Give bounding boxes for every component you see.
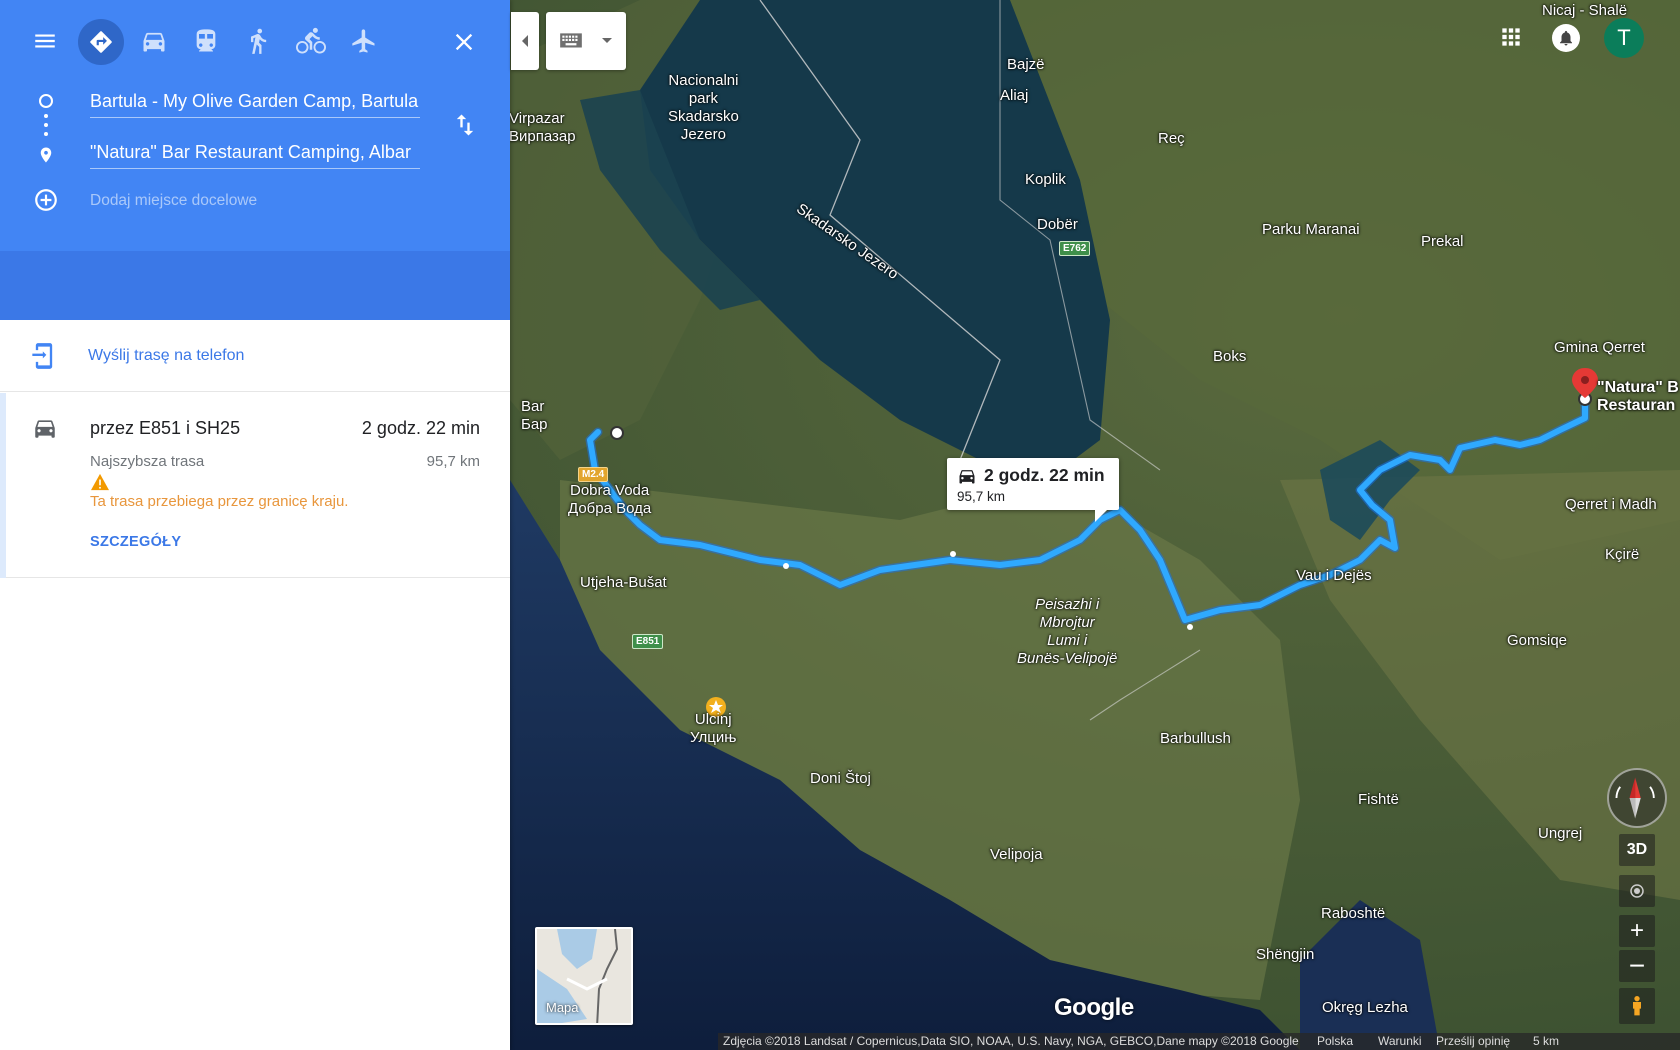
route-time-bubble[interactable]: 2 godz. 22 min 95,7 km [947,458,1119,522]
road-shield-e762: E762 [1059,241,1091,256]
car-icon [956,466,978,486]
map-label-okreg: Okręg Lezha [1322,999,1408,1016]
notifications-bell-icon[interactable] [1552,24,1580,52]
map-label-aliaj: Aliaj [1000,87,1029,104]
imagery-attribution: Zdjęcia ©2018 Landsat / Copernicus,Data … [723,1034,1299,1048]
origin-input[interactable]: Bartula - My Olive Garden Camp, Bartula [90,88,420,118]
route-distance: 95,7 km [426,453,480,470]
travel-mode-walk-icon[interactable] [240,22,276,60]
origin-circle-icon [39,94,53,108]
car-icon [32,415,58,441]
road-shield-m24: M2.4 [578,467,609,482]
map-label-peisazhi: Peisazhi i Mbrojtur Lumi i Bunës-Velipoj… [1017,596,1118,667]
map-label-natura: "Natura" B Restauran [1597,379,1679,414]
menu-icon[interactable] [28,26,62,56]
directions-header: Bartula - My Olive Garden Camp, Bartula … [0,0,510,251]
map-label-maranai: Parku Maranai [1262,221,1360,238]
route-duration: 2 godz. 22 min [361,418,480,438]
map-label-rec: Reç [1158,130,1185,147]
travel-mode-best-route-icon[interactable] [78,19,124,65]
compass-needle-icon [1615,777,1655,819]
departure-options-bar: Wyrusz teraz OPCJE [0,251,510,545]
app-root: Nicaj - Shalë Bajzë Aliaj Nacionalni par… [0,0,1680,1050]
add-destination-icon[interactable] [33,187,59,213]
zoom-out-button[interactable]: − [1619,950,1655,982]
selected-route-accent [0,393,6,578]
map-label-ulcinj: Ulcinj Улцињ [690,711,737,746]
pegman-icon [1633,996,1641,1016]
map-label-koplik: Koplik [1025,171,1066,188]
my-location-button[interactable] [1619,875,1655,907]
warning-icon [90,473,110,491]
close-directions-icon[interactable] [446,24,482,60]
map-label-gmina: Gmina Qerret [1554,339,1645,356]
map-label-nicaj: Nicaj - Shalë [1542,2,1628,19]
map-label-kcire: Kçirë [1605,546,1640,563]
directions-panel: Bartula - My Olive Garden Camp, Bartula … [0,0,510,1050]
street-view-pegman-button[interactable] [1619,988,1655,1024]
route-details-button[interactable]: SZCZEGÓŁY [90,534,181,550]
map-label-dober: Dobër [1037,216,1078,233]
location-target-icon [1630,884,1644,898]
destination-input[interactable]: "Natura" Bar Restaurant Camping, Albar [90,139,420,169]
map-label-park: Nacionalni park Skadarsko Jezero [668,72,739,143]
chevron-left-icon [522,35,528,47]
route-via-label: przez E851 i SH25 [90,418,241,438]
account-avatar[interactable]: T [1604,18,1644,58]
road-shield-e851: E851 [632,634,664,649]
route-description: Najszybsza trasa [90,453,205,470]
input-tools-button[interactable] [546,12,626,70]
bubble-duration: 2 godz. 22 min [984,465,1105,485]
send-to-phone-row[interactable]: Wyślij trasę na telefon [0,320,510,392]
add-destination-button[interactable]: Dodaj miejsce docelowe [90,192,257,210]
border-crossing-warning: Ta trasa przebiega przez granicę kraju. [90,493,349,510]
keyboard-icon [558,30,584,52]
swap-origin-destination-icon[interactable] [450,110,480,140]
map-label-fishte: Fishtë [1358,791,1399,808]
map-layer-label: Mapa [546,1000,579,1015]
map-label-vau-dejes: Vau i Dejës [1296,567,1372,584]
terms-link[interactable]: Warunki [1378,1033,1422,1050]
map-label-raboshte: Raboshtë [1321,905,1386,922]
zoom-in-button[interactable]: + [1619,915,1655,947]
map-label-gomsiqe: Gomsiqe [1507,632,1568,649]
send-feedback-link[interactable]: Prześlij opinię [1436,1033,1510,1050]
map-label-qerret-madh: Qerret i Madh [1565,496,1657,513]
travel-mode-bicycle-icon[interactable] [291,22,331,60]
google-logo: Google [1054,994,1134,1021]
dropdown-caret-icon[interactable] [602,38,612,43]
scale-label[interactable]: 5 km [1533,1033,1559,1050]
country-link[interactable]: Polska [1317,1033,1353,1050]
send-to-phone-icon [30,342,58,370]
map-label-barbullush: Barbullush [1160,730,1231,747]
apps-grid-icon[interactable] [1498,24,1524,50]
map-label-virpazar: Virpazar Вирпазар [509,110,576,145]
route-connector-dots [44,114,48,140]
travel-mode-car-icon[interactable] [136,22,172,60]
map-label-boks: Boks [1213,348,1247,365]
travel-mode-transit-icon[interactable] [188,22,224,60]
map-label-ungrej: Ungrej [1538,825,1583,842]
map-label-velipoja: Velipoja [990,846,1043,863]
map-label-bajze: Bajzë [1007,56,1045,73]
map-layer-thumbnail[interactable]: Mapa [535,927,633,1025]
map-label-dobra-voda: Dobra Voda Добра Вода [568,482,652,517]
map-label-prekal: Prekal [1421,233,1464,250]
map-label-utjeha: Utjeha-Bušat [580,574,667,591]
compass-control[interactable] [1607,768,1667,828]
map-label-bar: Bar Бар [521,398,548,433]
travel-mode-flight-icon[interactable] [346,22,382,60]
bubble-distance: 95,7 km [957,489,1006,504]
map-label-shengjin: Shëngjin [1256,946,1315,963]
map-footer: Zdjęcia ©2018 Landsat / Copernicus,Data … [718,1033,1680,1050]
map-label-doni-stoj: Doni Štoj [810,770,871,787]
collapse-panel-button[interactable] [511,12,539,70]
tilt-3d-button[interactable]: 3D [1619,834,1655,866]
send-to-phone-label: Wyślij trasę na telefon [88,347,245,364]
destination-pin-icon [37,144,55,166]
route-option-card[interactable]: przez E851 i SH25 2 godz. 22 min Najszyb… [0,393,510,578]
